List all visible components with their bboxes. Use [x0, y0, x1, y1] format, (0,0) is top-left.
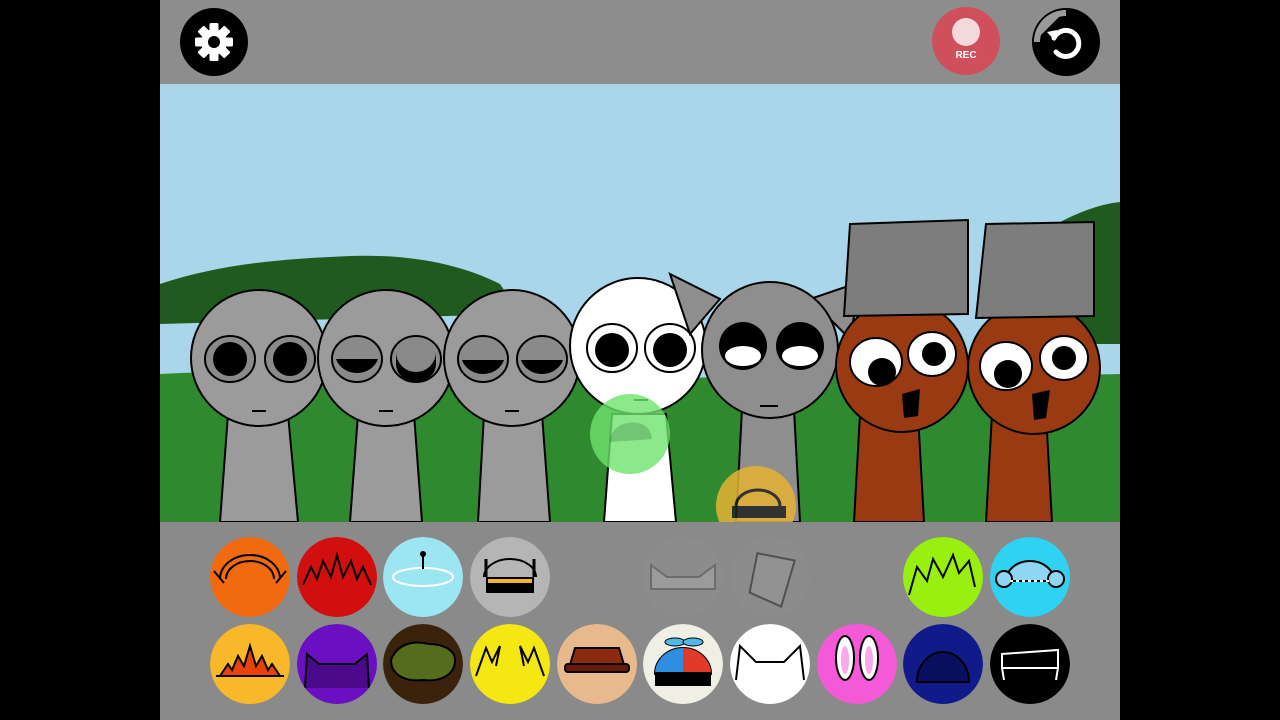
gray-robot-sound[interactable]: [470, 537, 550, 617]
stage: [160, 84, 1120, 546]
brown-bush-sound[interactable]: [383, 624, 463, 704]
game-area: REC: [160, 0, 1120, 720]
propeller-cap-sound[interactable]: [643, 624, 723, 704]
yellow-lightning-sound[interactable]: [470, 624, 550, 704]
tan-hat-sound[interactable]: [557, 624, 637, 704]
bucket-sound: [730, 537, 810, 617]
cyan-ufo-sound[interactable]: [383, 537, 463, 617]
orange-headphones-sound[interactable]: [210, 537, 290, 617]
cat-ears-sound: [643, 537, 723, 617]
cyan-cap-sound[interactable]: [990, 537, 1070, 617]
lime-grass-sound[interactable]: [903, 537, 983, 617]
navy-dome-sound[interactable]: [903, 624, 983, 704]
record-icon: [952, 17, 980, 46]
sound-tray: [160, 522, 1120, 720]
reset-button[interactable]: [1032, 8, 1100, 76]
record-label: REC: [955, 49, 977, 61]
white-cat-sound[interactable]: [730, 624, 810, 704]
red-spiky-sound[interactable]: [297, 537, 377, 617]
black-bench-sound[interactable]: [990, 624, 1070, 704]
purple-horns-sound[interactable]: [297, 624, 377, 704]
gear-icon: [195, 23, 233, 61]
pink-bunny-sound[interactable]: [817, 624, 897, 704]
top-bar: REC: [160, 0, 1120, 84]
record-button[interactable]: REC: [932, 7, 1000, 75]
yellow-sun-sound[interactable]: [210, 624, 290, 704]
dragged-sound-icon-green[interactable]: [590, 394, 670, 474]
reset-icon: [1034, 10, 1082, 59]
settings-button[interactable]: [180, 8, 248, 76]
